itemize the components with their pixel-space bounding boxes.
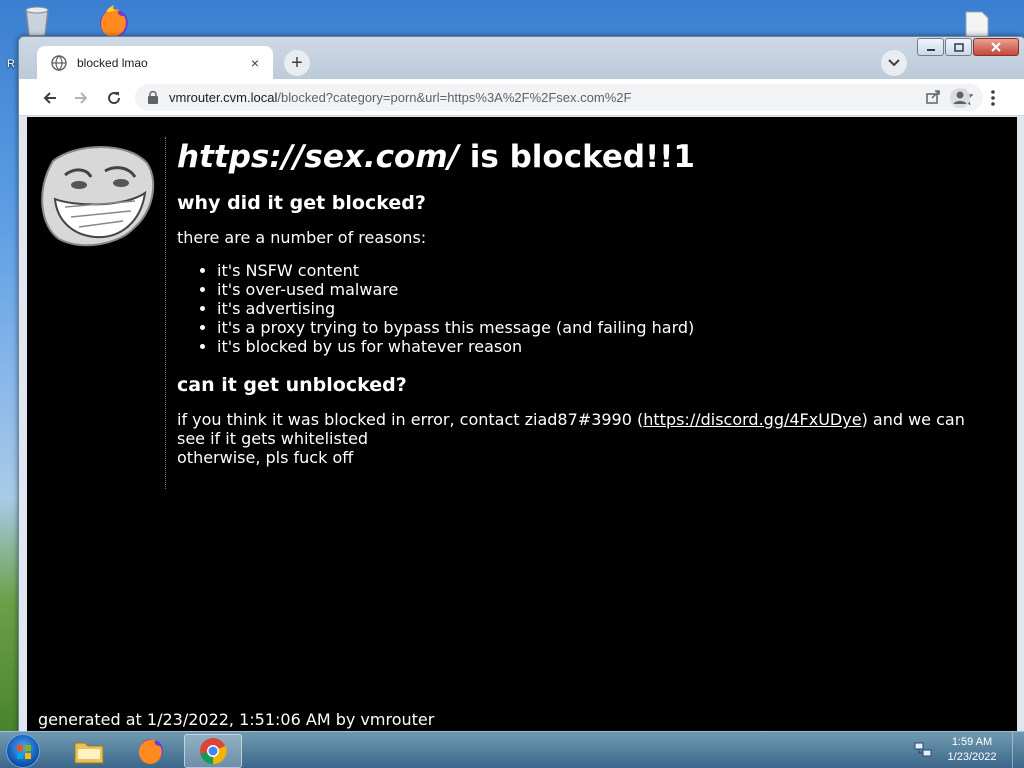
list-item: it's over-used malware (217, 280, 997, 299)
clock-date: 1/23/2022 (947, 751, 997, 763)
tab-blocked[interactable]: blocked lmao × (37, 46, 273, 79)
folder-icon (74, 742, 104, 764)
minimize-icon (926, 49, 935, 51)
list-item: it's a proxy trying to bypass this messa… (217, 318, 997, 337)
blocked-content: https://sex.com/ is blocked!!1 why did i… (177, 139, 997, 467)
desktop-icon-label: R (7, 58, 15, 70)
vertical-divider (165, 137, 166, 489)
reload-icon (108, 92, 121, 105)
unblock-heading: can it get unblocked? (177, 374, 407, 397)
network-icon[interactable] (914, 742, 932, 758)
new-tab-button[interactable]: + (284, 50, 310, 76)
back-button[interactable] (39, 87, 61, 109)
contact-text: if you think it was blocked in error, co… (177, 410, 997, 467)
taskbar-explorer[interactable] (60, 734, 118, 768)
trollface-image (41, 146, 155, 247)
globe-icon (51, 54, 67, 71)
show-desktop-button[interactable] (1012, 732, 1024, 768)
window-controls (917, 38, 1020, 56)
contact-prefix: if you think it was blocked in error, co… (177, 410, 644, 430)
tab-search-button[interactable] (881, 50, 907, 76)
chevron-down-icon (888, 59, 900, 67)
arrow-right-icon (75, 92, 88, 104)
close-icon (991, 42, 1001, 52)
generated-footer: generated at 1/23/2022, 1:51:06 AM by vm… (38, 710, 435, 729)
discord-link[interactable]: https://discord.gg/4FxUDye (643, 410, 861, 429)
url-host: vmrouter.cvm.local (169, 90, 278, 105)
title-suffix: is blocked!!1 (458, 139, 695, 175)
taskbar-firefox[interactable] (122, 734, 180, 768)
url-path: /blocked?category=porn&url=https%3A%2F%2… (277, 90, 632, 105)
firefox-icon (139, 739, 163, 764)
reasons-list: it's NSFW content it's over-used malware… (217, 261, 997, 356)
restore-icon (953, 43, 964, 52)
clock-time: 1:59 AM (951, 736, 993, 748)
browser-toolbar: vmrouter.cvm.local/blocked?category=porn… (19, 79, 1024, 116)
page-title: https://sex.com/ is blocked!!1 (177, 139, 997, 176)
page-viewport: https://sex.com/ is blocked!!1 why did i… (27, 117, 1017, 731)
reasons-intro: there are a number of reasons: (177, 228, 427, 248)
recycle-bin-icon[interactable] (20, 4, 54, 38)
forward-button[interactable] (70, 87, 92, 109)
firefox-icon[interactable] (96, 4, 132, 40)
tab-title: blocked lmao (77, 55, 148, 70)
why-heading: why did it get blocked? (177, 192, 426, 215)
share-icon[interactable] (925, 89, 941, 105)
kebab-menu-icon[interactable] (985, 87, 1001, 109)
tab-close-icon[interactable]: × (247, 55, 263, 71)
title-bar: blocked lmao × + (19, 37, 1024, 79)
blocked-url: https://sex.com/ (177, 139, 459, 175)
chrome-icon (200, 738, 227, 765)
taskbar: 1:59 AM 1/23/2022 (0, 731, 1024, 768)
arrow-left-icon (43, 92, 56, 104)
browser-window: blocked lmao × + vmrouter.cvm.local /blo… (18, 36, 1024, 732)
contact-line2: otherwise, pls fuck off (177, 448, 354, 468)
list-item: it's blocked by us for whatever reason (217, 337, 997, 356)
list-item: it's NSFW content (217, 261, 997, 280)
reload-button[interactable] (103, 87, 125, 109)
info-lock-icon[interactable] (147, 91, 159, 104)
profile-icon[interactable] (949, 87, 971, 109)
start-button[interactable] (6, 734, 40, 768)
close-button[interactable] (973, 38, 1019, 56)
address-bar[interactable]: vmrouter.cvm.local/blocked?category=porn… (135, 84, 983, 111)
maximize-button[interactable] (945, 38, 972, 56)
system-clock[interactable]: 1:59 AM 1/23/2022 (940, 735, 1004, 765)
windows-logo-icon (17, 745, 31, 759)
list-item: it's advertising (217, 299, 997, 318)
minimize-button[interactable] (917, 38, 944, 56)
taskbar-chrome[interactable] (184, 734, 242, 768)
